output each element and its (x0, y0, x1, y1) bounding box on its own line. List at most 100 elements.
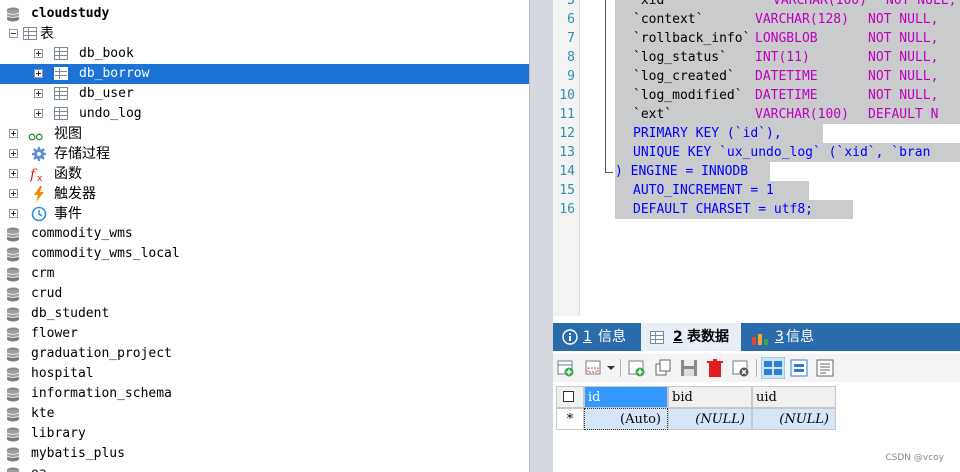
tree-db-item[interactable]: graduation_project (0, 344, 529, 364)
tree-db-item[interactable]: flower (0, 324, 529, 344)
grid-toolbar (553, 354, 960, 382)
event-icon (31, 206, 47, 222)
database-icon (6, 347, 20, 362)
expand-icon[interactable] (9, 209, 18, 218)
tree-table-undo-log[interactable]: undo_log (0, 104, 529, 124)
collapse-icon[interactable] (9, 29, 18, 38)
tree-db-item[interactable]: information_schema (0, 384, 529, 404)
select-all-checkbox[interactable] (556, 386, 584, 408)
tree-db-cloudstudy[interactable]: cloudstudy (0, 4, 529, 24)
table-cell[interactable]: (NULL) (668, 408, 752, 430)
tree-db-item[interactable]: library (0, 424, 529, 444)
panel-splitter[interactable] (529, 0, 553, 472)
tree-group-functions[interactable]: fx 函数 (0, 164, 529, 184)
row-marker: * (556, 408, 584, 430)
fold-line (605, 0, 606, 172)
database-label: cloudstudy (31, 6, 110, 21)
database-icon (6, 387, 20, 402)
duplicate-row-icon[interactable] (627, 358, 647, 378)
line-number: 16 (559, 202, 575, 217)
database-label: library (31, 426, 86, 441)
table-label: db_user (79, 86, 134, 101)
column-header-uid[interactable]: uid (752, 386, 836, 408)
tree-db-item[interactable]: commodity_wms_local (0, 244, 529, 264)
insert-row-icon[interactable] (584, 358, 604, 378)
toolbar-separator (756, 359, 757, 377)
tree-group-tables[interactable]: 表 (0, 24, 529, 44)
table-icon (54, 67, 68, 80)
grid-view-icon[interactable] (761, 357, 785, 379)
expand-icon[interactable] (34, 89, 43, 98)
code-line: `context` VARCHAR(128) NOT NULL, (615, 10, 960, 29)
tree-db-item[interactable]: kte (0, 404, 529, 424)
expand-icon[interactable] (9, 169, 18, 178)
tab-info[interactable]: 1 信息 (553, 323, 639, 351)
expand-icon[interactable] (34, 49, 43, 58)
table-label: undo_log (79, 106, 142, 121)
database-label: mybatis_plus (31, 446, 125, 461)
expand-icon[interactable] (34, 109, 43, 118)
database-label: crm (31, 266, 55, 281)
column-header-id[interactable]: id (584, 386, 668, 408)
table-cell[interactable]: (NULL) (752, 408, 836, 430)
tab-number: 1 (583, 329, 592, 345)
tree-group-events[interactable]: 事件 (0, 204, 529, 224)
tab-label: 信息 (598, 329, 626, 345)
tree-db-item[interactable]: crm (0, 264, 529, 284)
tree-table-db-book[interactable]: db_book (0, 44, 529, 64)
code-line: AUTO_INCREMENT = 1 (615, 181, 809, 200)
line-number: 10 (559, 88, 575, 103)
database-icon (6, 367, 20, 382)
form-view-icon[interactable] (789, 358, 809, 378)
expand-icon[interactable] (9, 149, 18, 158)
chevron-down-icon[interactable] (605, 358, 617, 378)
add-row-icon[interactable] (556, 358, 576, 378)
expand-icon[interactable] (9, 129, 18, 138)
sql-editor[interactable]: 5 6 7 8 9 10 11 12 13 14 15 16 `xid` VARC… (553, 0, 960, 316)
table-icon (23, 27, 37, 40)
svg-text:x: x (37, 174, 43, 182)
fold-line-end (605, 172, 613, 173)
discard-changes-icon[interactable] (731, 358, 751, 378)
tab-info-3[interactable]: 3 信息 (745, 323, 831, 351)
expand-icon[interactable] (9, 189, 18, 198)
toolbar-separator (620, 359, 621, 377)
object-browser-tree: cloudstudy 表 db_book db_borrow db_user u… (0, 0, 529, 472)
function-icon: fx (30, 167, 43, 182)
database-label: flower (31, 326, 78, 341)
tree-table-db-user[interactable]: db_user (0, 84, 529, 104)
column-header-bid[interactable]: bid (668, 386, 752, 408)
tree-group-views[interactable]: 视图 (0, 124, 529, 144)
table-cell[interactable]: (Auto) (584, 408, 668, 430)
result-panel: 1 信息 2 表数据 3 信息 id bid uid * (Auto) (NUL… (553, 316, 960, 472)
tab-table-data[interactable]: 2 表数据 (641, 323, 741, 351)
info-icon (562, 329, 578, 345)
database-icon (7, 467, 19, 472)
code-line: `log_status` INT(11) NOT NULL, (615, 48, 960, 67)
tree-db-item[interactable]: oa (0, 464, 529, 472)
table-label: db_book (79, 46, 134, 61)
tree-db-item[interactable]: mybatis_plus (0, 444, 529, 464)
database-label: commodity_wms_local (31, 246, 180, 261)
table-icon (54, 107, 68, 120)
save-icon[interactable] (679, 358, 699, 378)
tree-table-db-borrow[interactable]: db_borrow (0, 64, 529, 84)
view-icon (28, 133, 43, 141)
tree-group-procedures[interactable]: 存储过程 (0, 144, 529, 164)
tree-db-item[interactable]: commodity_wms (0, 224, 529, 244)
trigger-icon (34, 186, 44, 202)
code-line: `log_created` DATETIME NOT NULL, (615, 67, 960, 86)
text-view-icon[interactable] (815, 358, 835, 378)
database-label: graduation_project (31, 346, 172, 361)
delete-icon[interactable] (705, 358, 725, 378)
expand-icon[interactable] (34, 69, 43, 78)
database-icon (6, 267, 20, 282)
copy-icon[interactable] (653, 358, 673, 378)
tree-db-item[interactable]: hospital (0, 364, 529, 384)
database-label: information_schema (31, 386, 172, 401)
bar-chart-icon (752, 334, 768, 345)
tree-group-triggers[interactable]: 触发器 (0, 184, 529, 204)
tree-db-item[interactable]: crud (0, 284, 529, 304)
code-line: PRIMARY KEY (`id`), (615, 124, 823, 143)
tree-db-item[interactable]: db_student (0, 304, 529, 324)
